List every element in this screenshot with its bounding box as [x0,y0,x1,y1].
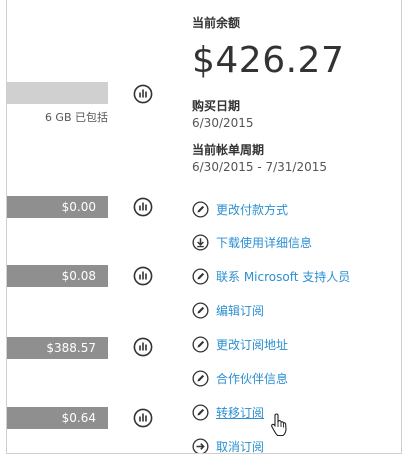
pencil-icon [192,267,209,285]
pencil-icon [192,335,209,353]
pencil-icon [192,369,209,387]
action-label: 下载使用详细信息 [216,235,313,250]
pencil-icon [192,301,209,319]
usage-bar-amount: $388.57 [7,337,108,359]
action-label: 联系 Microsoft 支持人员 [216,269,351,284]
arrow-right-icon [192,437,209,453]
chart-icon[interactable] [133,408,153,428]
action-label: 转移订阅 [216,405,265,420]
edit-subscription-link[interactable]: 编辑订阅 [192,300,264,320]
purchase-date-label: 购买日期 [192,99,241,113]
download-usage-link[interactable]: 下载使用详细信息 [192,232,312,252]
subscription-panel: 6 GB 已包括 $0.00 $0.08 $388.57 $0.64 当前余额 … [6,0,402,454]
change-address-link[interactable]: 更改订阅地址 [192,334,288,354]
contact-support-link[interactable]: 联系 Microsoft 支持人员 [192,266,350,286]
billing-period-label: 当前帐单周期 [192,143,265,157]
purchase-date-value: 6/30/2015 [192,116,254,130]
chart-icon[interactable] [133,266,153,286]
action-label: 编辑订阅 [216,303,265,318]
chart-icon[interactable] [133,197,153,217]
usage-bar-amount: $0.64 [7,407,108,429]
balance-amount: $426.27 [192,40,345,81]
chart-icon[interactable] [133,337,153,357]
action-label: 更改订阅地址 [216,337,289,352]
cancel-subscription-link[interactable]: 取消订阅 [192,436,265,454]
chart-icon[interactable] [133,84,153,104]
pencil-icon [192,200,209,218]
transfer-subscription-link[interactable]: 转移订阅 [192,402,264,422]
action-label: 更改付款方式 [216,202,289,217]
balance-label: 当前余额 [192,16,241,30]
pencil-icon [192,403,209,421]
partner-info-link[interactable]: 合作伙伴信息 [192,368,288,388]
change-payment-link[interactable]: 更改付款方式 [192,199,288,219]
hand-cursor-icon [271,413,287,437]
download-icon [192,233,209,251]
usage-bar-included [7,82,108,104]
billing-period-value: 6/30/2015 - 7/31/2015 [192,160,328,174]
usage-bar-amount: $0.00 [7,196,108,218]
usage-bar-amount: $0.08 [7,265,108,287]
included-label: 6 GB 已包括 [44,111,108,124]
action-label: 取消订阅 [216,439,265,454]
action-label: 合作伙伴信息 [216,371,289,386]
